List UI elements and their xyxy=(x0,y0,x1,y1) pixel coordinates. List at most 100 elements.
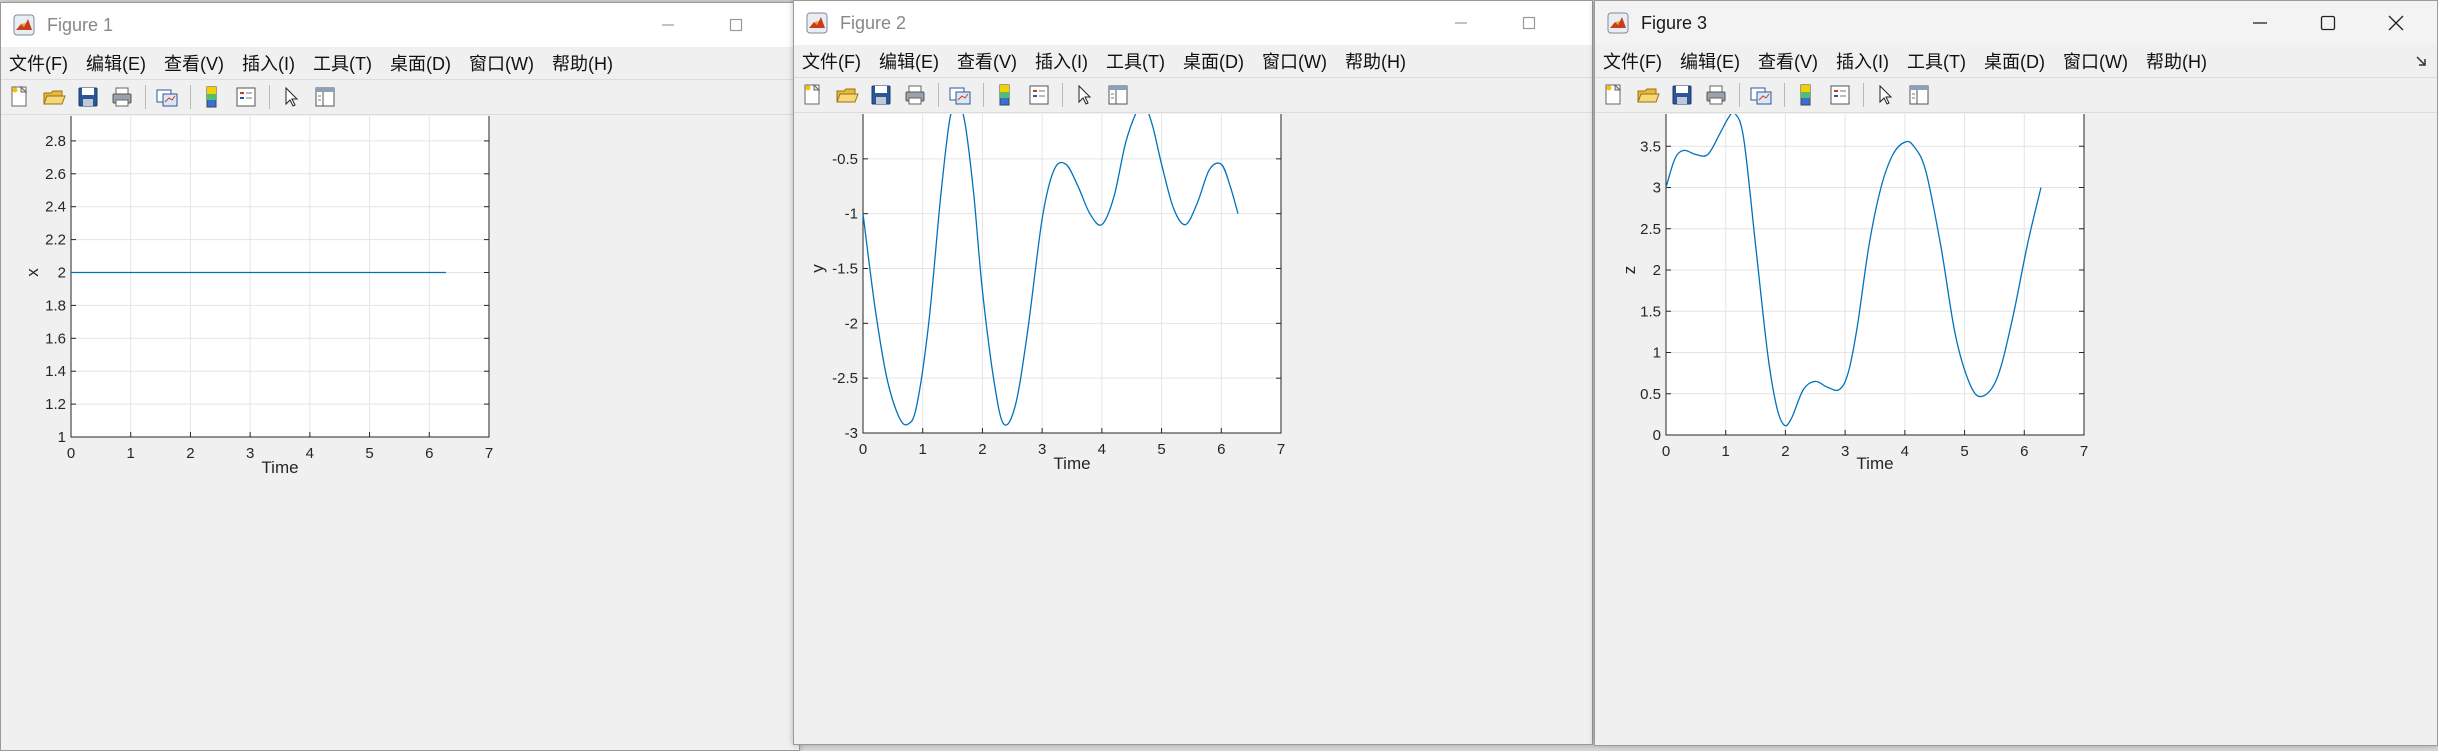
pointer-icon xyxy=(1879,84,1893,105)
save-tool-button[interactable] xyxy=(75,84,101,110)
menu-window[interactable]: 窗口(W) xyxy=(1262,48,1327,74)
pointer-tool-button[interactable] xyxy=(1872,82,1898,108)
menu-desktop[interactable]: 桌面(D) xyxy=(1984,48,2045,74)
open-tool-button[interactable] xyxy=(41,84,67,110)
maximize-button[interactable] xyxy=(2295,1,2361,45)
save-tool-button[interactable] xyxy=(868,82,894,108)
y-tick-label: 3 xyxy=(58,116,66,117)
menu-window[interactable]: 窗口(W) xyxy=(469,50,534,76)
save-icon xyxy=(1672,85,1692,105)
open-icon xyxy=(836,88,859,103)
y-tick-label: 1.6 xyxy=(45,330,66,347)
menu-insert[interactable]: 插入(I) xyxy=(1836,48,1889,74)
dock-arrow-icon[interactable] xyxy=(2415,55,2427,67)
menu-tools[interactable]: 工具(T) xyxy=(313,50,372,76)
menu-desktop[interactable]: 桌面(D) xyxy=(1183,48,1244,74)
menu-file[interactable]: 文件(F) xyxy=(802,48,861,74)
menu-view[interactable]: 查看(V) xyxy=(164,50,224,76)
toolbar-separator xyxy=(145,85,146,109)
print-tool-button[interactable] xyxy=(1703,82,1729,108)
axes-background xyxy=(71,116,489,437)
x-tick-label: 4 xyxy=(1901,443,1909,460)
legend-tool-button[interactable] xyxy=(1026,82,1052,108)
colorbar-tool-button[interactable] xyxy=(992,82,1018,108)
property-editor-tool-button[interactable] xyxy=(312,84,338,110)
property-editor-icon xyxy=(315,87,335,107)
x-tick-label: 0 xyxy=(859,441,867,458)
x-tick-label: 4 xyxy=(1098,441,1106,458)
plot-area[interactable]: 01234567-3-2.5-2-1.5-1-0.50Position of p… xyxy=(794,114,1593,745)
menu-edit[interactable]: 编辑(E) xyxy=(1680,48,1740,74)
menu-tools[interactable]: 工具(T) xyxy=(1106,48,1165,74)
menu-edit[interactable]: 编辑(E) xyxy=(879,48,939,74)
menu-desktop[interactable]: 桌面(D) xyxy=(390,50,451,76)
save-tool-button[interactable] xyxy=(1669,82,1695,108)
menu-window[interactable]: 窗口(W) xyxy=(2063,48,2128,74)
minimize-button[interactable] xyxy=(2227,1,2293,45)
maximize-button[interactable] xyxy=(703,3,769,47)
print-tool-button[interactable] xyxy=(109,84,135,110)
y-tick-label: 2.4 xyxy=(45,199,66,216)
colorbar-tool-button[interactable] xyxy=(199,84,225,110)
toolbar-separator xyxy=(1784,83,1785,107)
menu-view[interactable]: 查看(V) xyxy=(1758,48,1818,74)
toolbar-separator xyxy=(1062,83,1063,107)
title-bar[interactable]: Figure 1 xyxy=(1,3,799,47)
new-figure-tool-button[interactable] xyxy=(7,84,33,110)
legend-tool-button[interactable] xyxy=(233,84,259,110)
x-axis-label: Time xyxy=(261,458,298,477)
x-tick-label: 7 xyxy=(2080,443,2088,460)
new-figure-tool-button[interactable] xyxy=(800,82,826,108)
link-plot-tool-button[interactable] xyxy=(947,82,973,108)
menu-file[interactable]: 文件(F) xyxy=(1603,48,1662,74)
plot-area[interactable]: 0123456711.21.41.61.822.22.42.62.83Posit… xyxy=(1,116,800,751)
y-axis-label: y xyxy=(808,264,827,273)
maximize-icon xyxy=(729,18,743,32)
open-tool-button[interactable] xyxy=(834,82,860,108)
y-tick-label: -1.5 xyxy=(832,261,858,278)
legend-tool-button[interactable] xyxy=(1827,82,1853,108)
maximize-icon xyxy=(2320,15,2336,31)
property-editor-tool-button[interactable] xyxy=(1906,82,1932,108)
colorbar-tool-button[interactable] xyxy=(1793,82,1819,108)
menu-edit[interactable]: 编辑(E) xyxy=(86,50,146,76)
menu-tools[interactable]: 工具(T) xyxy=(1907,48,1966,74)
menu-help[interactable]: 帮助(H) xyxy=(1345,48,1406,74)
title-bar[interactable]: Figure 2 xyxy=(794,1,1592,45)
menu-insert[interactable]: 插入(I) xyxy=(1035,48,1088,74)
close-button[interactable] xyxy=(2363,1,2429,45)
print-icon xyxy=(112,87,132,107)
link-plot-tool-button[interactable] xyxy=(1748,82,1774,108)
pointer-tool-button[interactable] xyxy=(278,84,304,110)
toolbar-separator xyxy=(190,85,191,109)
menu-insert[interactable]: 插入(I) xyxy=(242,50,295,76)
x-tick-label: 7 xyxy=(1277,441,1285,458)
x-tick-label: 3 xyxy=(1841,443,1849,460)
open-icon xyxy=(43,90,66,105)
minimize-button[interactable] xyxy=(635,3,701,47)
minimize-button[interactable] xyxy=(1428,1,1494,45)
menu-view[interactable]: 查看(V) xyxy=(957,48,1017,74)
plot-area[interactable]: 0123456700.511.522.533.54Position of poi… xyxy=(1595,114,2438,746)
open-tool-button[interactable] xyxy=(1635,82,1661,108)
menu-help[interactable]: 帮助(H) xyxy=(552,50,613,76)
legend-icon xyxy=(236,87,256,107)
title-bar[interactable]: Figure 3 xyxy=(1595,1,2437,45)
link-plot-tool-button[interactable] xyxy=(154,84,180,110)
print-tool-button[interactable] xyxy=(902,82,928,108)
y-tick-label: 1.4 xyxy=(45,363,66,380)
x-tick-label: 3 xyxy=(246,445,254,462)
maximize-button[interactable] xyxy=(1496,1,1562,45)
menu-help[interactable]: 帮助(H) xyxy=(2146,48,2207,74)
x-tick-label: 5 xyxy=(365,445,373,462)
property-editor-tool-button[interactable] xyxy=(1105,82,1131,108)
y-tick-label: 0 xyxy=(1653,427,1661,444)
menu-file[interactable]: 文件(F) xyxy=(9,50,68,76)
figure-toolbar xyxy=(1,79,799,115)
new-figure-tool-button[interactable] xyxy=(1601,82,1627,108)
toolbar-separator xyxy=(938,83,939,107)
x-tick-label: 6 xyxy=(2020,443,2028,460)
menu-bar: 文件(F) 编辑(E) 查看(V) 插入(I) 工具(T) 桌面(D) 窗口(W… xyxy=(1,47,799,79)
pointer-icon xyxy=(285,86,299,107)
pointer-tool-button[interactable] xyxy=(1071,82,1097,108)
